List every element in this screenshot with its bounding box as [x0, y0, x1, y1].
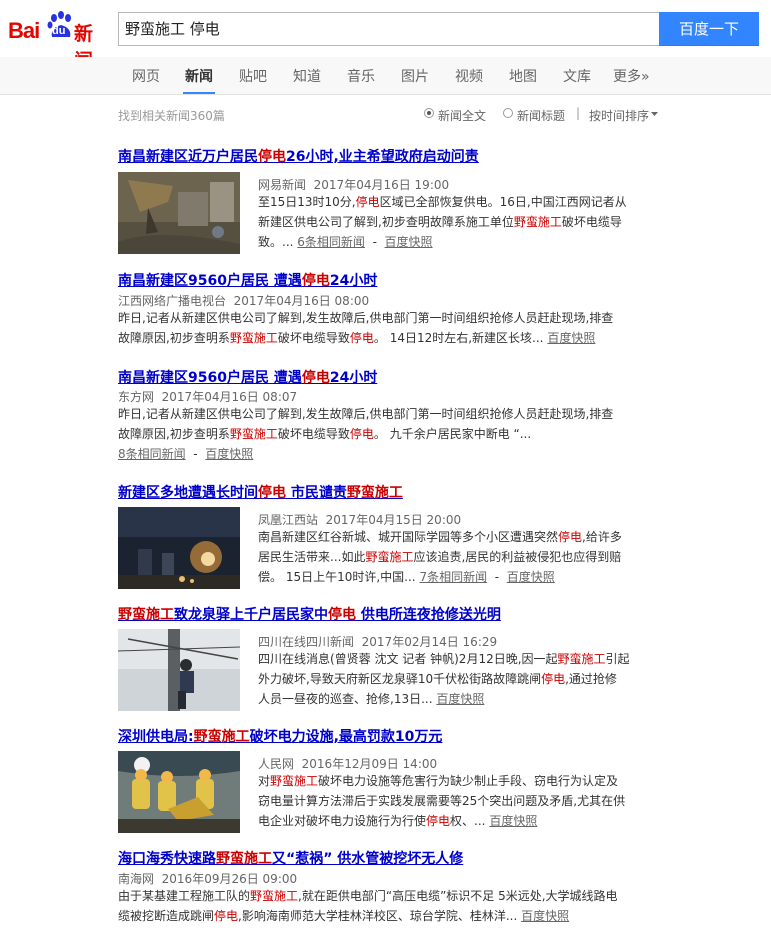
sort-by-time[interactable]: 按时间排序	[589, 107, 649, 124]
result-title[interactable]: 南昌新建区9560户居民 遭遇停电24小时	[118, 270, 377, 290]
tab-video[interactable]: 视频	[455, 66, 483, 86]
result-title[interactable]: 新建区多地遭遇长时间停电 市民谴责野蛮施工	[118, 482, 403, 502]
tab-news[interactable]: 新闻	[183, 66, 215, 94]
result-source: 江西网络广播电视台 2017年04月16日 08:00	[118, 294, 370, 308]
result-title[interactable]: 野蛮施工致龙泉驿上千户居民家中停电 供电所连夜抢修送光明	[118, 604, 501, 624]
result-source: 东方网 2017年04月16日 08:07	[118, 390, 298, 404]
result-thumbnail[interactable]	[118, 507, 240, 589]
baidu-news-logo[interactable]: Bai du 新闻	[8, 8, 110, 72]
result-title[interactable]: 深圳供电局:野蛮施工破坏电力设施,最高罚款10万元	[118, 726, 442, 746]
radio-title-only[interactable]	[503, 108, 513, 118]
result-snippet: 至15日13时10分,停电区域已全部恢复供电。16日,中国江西网记者从 新建区供…	[258, 195, 627, 249]
result-snippet: 对野蛮施工破坏电力设施等危害行为缺少制止手段、窃电行为认定及 窃电量计算方法滞后…	[258, 774, 626, 828]
result-source: 南海网 2016年09月26日 09:00	[118, 872, 298, 886]
tab-zhidao[interactable]: 知道	[293, 66, 321, 86]
result-source: 四川在线四川新闻 2017年02月14日 16:29	[258, 635, 498, 649]
option-full-text[interactable]: 新闻全文	[438, 107, 486, 124]
same-news-link[interactable]: 8条相同新闻	[118, 447, 186, 461]
caret-down-icon	[651, 112, 658, 116]
same-news-link[interactable]: 6条相同新闻	[297, 235, 365, 249]
tab-map[interactable]: 地图	[509, 66, 537, 86]
cache-link[interactable]: 百度快照	[436, 692, 484, 706]
same-news-link[interactable]: 7条相同新闻	[419, 570, 487, 584]
result-title[interactable]: 海口海秀快速路野蛮施工又“惹祸” 供水管被挖坏无人修	[118, 848, 463, 868]
radio-full-text[interactable]	[424, 108, 434, 118]
result-thumbnail[interactable]	[118, 629, 240, 711]
cache-link[interactable]: 百度快照	[489, 814, 537, 828]
tab-images[interactable]: 图片	[401, 66, 429, 86]
tab-music[interactable]: 音乐	[347, 66, 375, 86]
result-source: 人民网 2016年12月09日 14:00	[258, 757, 438, 771]
result-snippet: 南昌新建区红谷新城、城开国际学园等多个小区遭遇突然停电,给许多 居民生活带来..…	[258, 530, 622, 584]
tab-web[interactable]: 网页	[132, 66, 160, 86]
search-button[interactable]: 百度一下	[659, 12, 759, 46]
cache-link[interactable]: 百度快照	[521, 909, 569, 923]
tab-wenku[interactable]: 文库	[563, 66, 591, 86]
logo-du: du	[52, 25, 66, 37]
result-snippet: 昨日,记者从新建区供电公司了解到,发生故障后,供电部门第一时间组织抢修人员赶赴现…	[118, 311, 614, 345]
cache-link[interactable]: 百度快照	[205, 447, 253, 461]
header: Bai du 新闻 百度一下	[0, 0, 771, 72]
result-thumbnail[interactable]	[118, 751, 240, 833]
result-count: 找到相关新闻360篇	[118, 109, 225, 123]
result-source: 凤凰江西站 2017年04月15日 20:00	[258, 513, 462, 527]
logo-bai: Bai	[8, 18, 40, 43]
result-thumbnail[interactable]	[118, 172, 240, 254]
search-input[interactable]	[118, 12, 660, 46]
separator: |	[576, 106, 581, 120]
result-options-bar: 找到相关新闻360篇 新闻全文 新闻标题 | 按时间排序	[118, 106, 659, 124]
cache-link[interactable]: 百度快照	[385, 235, 433, 249]
tab-more[interactable]: 更多»	[613, 66, 650, 86]
result-title[interactable]: 南昌新建区9560户居民 遭遇停电24小时	[118, 367, 377, 387]
cache-link[interactable]: 百度快照	[547, 331, 595, 345]
result-snippet: 四川在线消息(曾贤蓉 沈文 记者 钟帆)2月12日晚,因一起野蛮施工引起 外力破…	[258, 652, 630, 706]
option-title-only[interactable]: 新闻标题	[517, 107, 565, 124]
result-snippet: 昨日,记者从新建区供电公司了解到,发生故障后,供电部门第一时间组织抢修人员赶赴现…	[118, 407, 614, 461]
nav-tabs: 网页 新闻 贴吧 知道 音乐 图片 视频 地图 文库 更多»	[0, 57, 771, 95]
result-snippet: 由于某基建工程施工队的野蛮施工,就在距供电部门“高压电缆”标识不足 5米远处,大…	[118, 889, 618, 923]
tab-tieba[interactable]: 贴吧	[239, 66, 267, 86]
result-source: 网易新闻 2017年04月16日 19:00	[258, 178, 450, 192]
cache-link[interactable]: 百度快照	[507, 570, 555, 584]
result-title[interactable]: 南昌新建区近万户居民停电26小时,业主希望政府启动问责	[118, 146, 479, 166]
